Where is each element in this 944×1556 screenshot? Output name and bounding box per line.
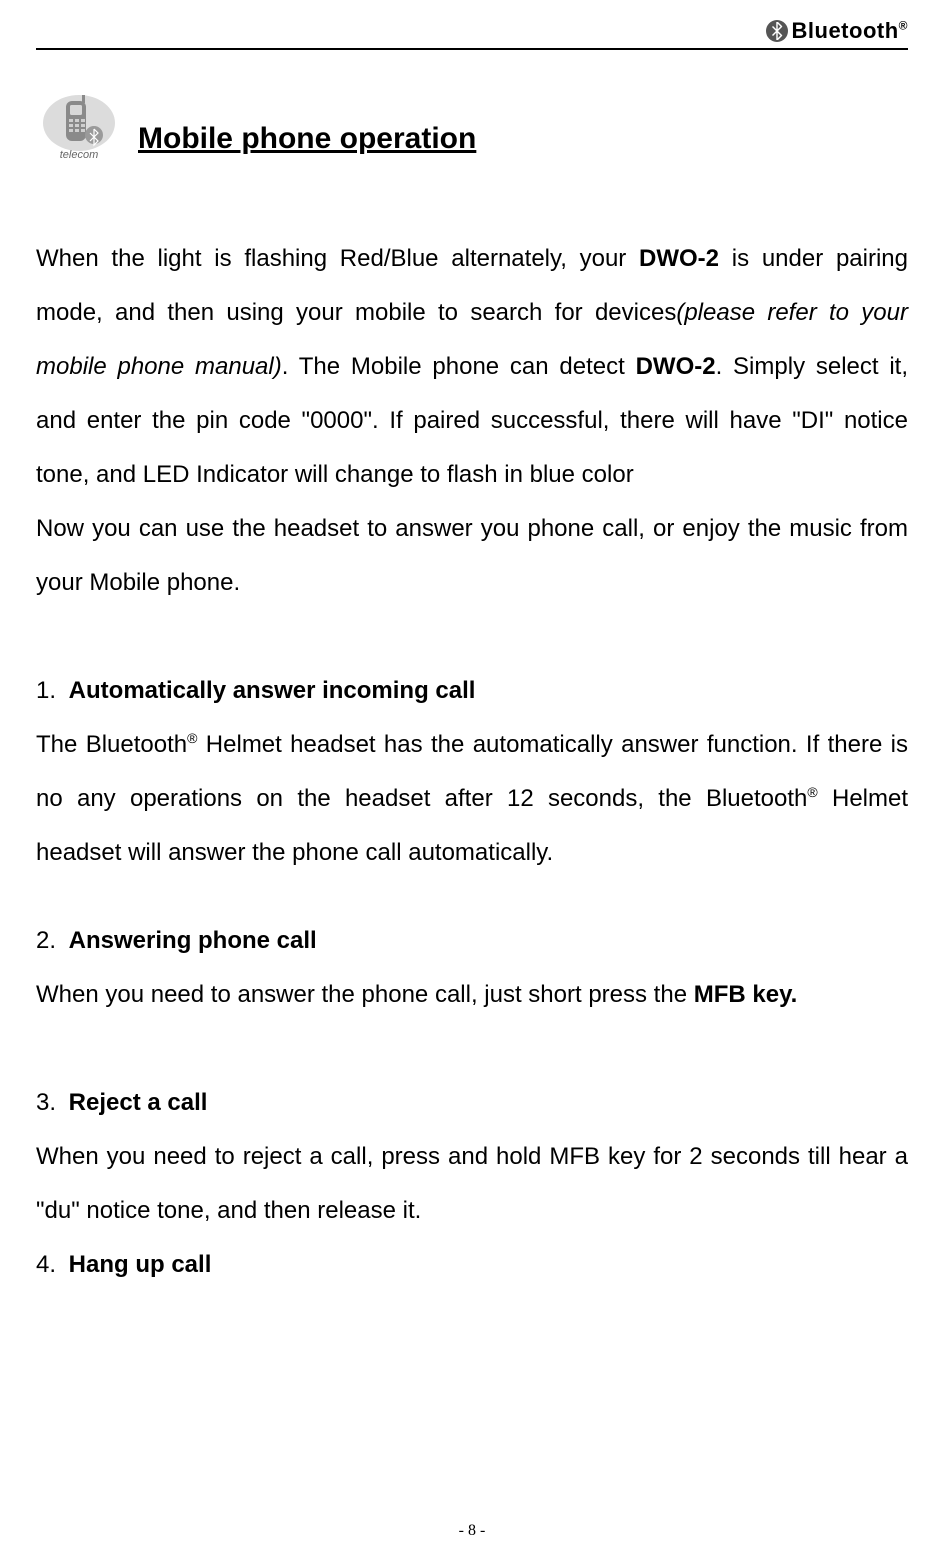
item-2-heading: 2. Answering phone call xyxy=(36,914,908,968)
item-3-body: When you need to reject a call, press an… xyxy=(36,1130,908,1238)
header-logo: Bluetooth® xyxy=(766,18,909,44)
item-3-heading: 3. Reject a call xyxy=(36,1076,908,1130)
header-rule xyxy=(36,48,908,50)
telecom-icon: telecom xyxy=(36,88,122,166)
intro-paragraph-1: When the light is flashing Red/Blue alte… xyxy=(36,232,908,502)
body-text: When the light is flashing Red/Blue alte… xyxy=(36,232,908,1292)
item-2-body: When you need to answer the phone call, … xyxy=(36,968,908,1022)
page-number: - 8 - xyxy=(0,1522,944,1540)
section-heading-row: telecom Mobile phone operation xyxy=(36,88,908,166)
item-1-body: The Bluetooth® Helmet headset has the au… xyxy=(36,718,908,880)
item-4-heading: 4. Hang up call xyxy=(36,1238,908,1292)
intro-paragraph-2: Now you can use the headset to answer yo… xyxy=(36,502,908,610)
bluetooth-icon xyxy=(766,20,788,42)
telecom-label: telecom xyxy=(60,149,99,161)
page-content: telecom Mobile phone operation When the … xyxy=(36,88,908,1292)
item-1-heading: 1. Automatically answer incoming call xyxy=(36,664,908,718)
section-title: Mobile phone operation xyxy=(138,122,476,166)
bluetooth-wordmark: Bluetooth® xyxy=(792,18,909,44)
